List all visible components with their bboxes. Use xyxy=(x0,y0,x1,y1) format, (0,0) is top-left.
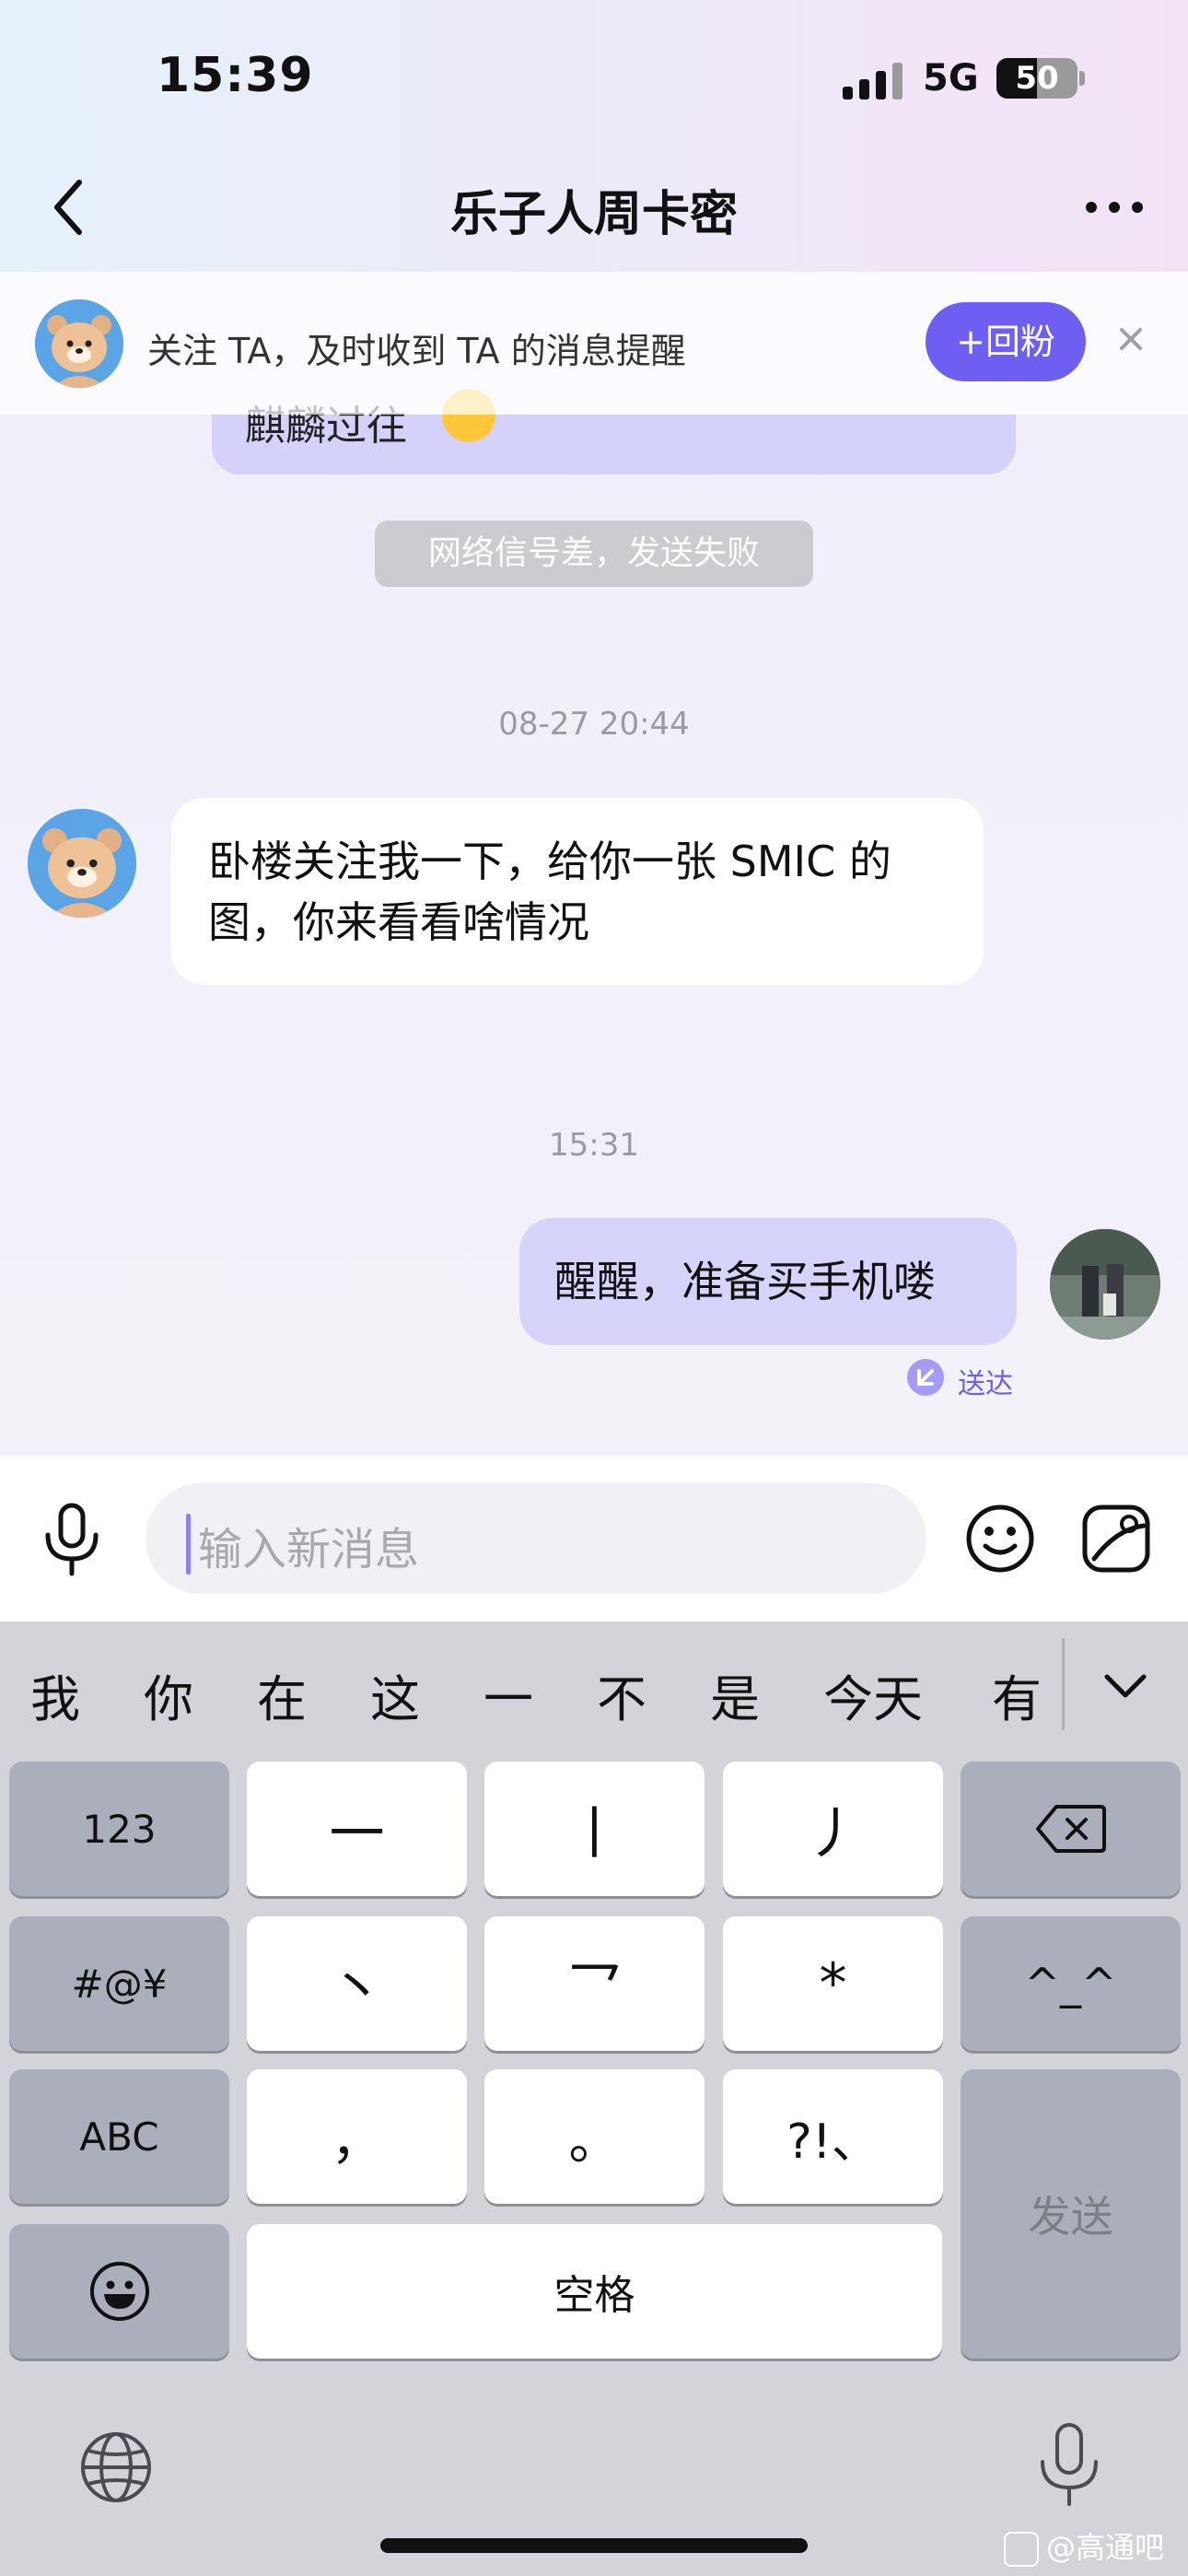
microphone-icon xyxy=(45,1503,99,1576)
candidate-word[interactable]: 今天 xyxy=(823,1658,923,1731)
microphone-icon xyxy=(1041,2423,1098,2506)
timestamp: 15:31 xyxy=(549,1127,639,1164)
incoming-message-line: 图，你来看看啥情况 xyxy=(208,897,589,947)
key-stroke-shu[interactable]: 丨 xyxy=(484,1762,705,1896)
tieba-logo-icon xyxy=(1004,2532,1039,2567)
smiley-icon xyxy=(89,2262,149,2321)
expand-candidates-button[interactable] xyxy=(1098,1658,1153,1714)
candidate-word[interactable]: 你 xyxy=(144,1658,193,1731)
candidate-word[interactable]: 我 xyxy=(30,1658,80,1731)
key-wildcard[interactable]: * xyxy=(723,1916,943,2051)
key-stroke-pie[interactable]: 丿 xyxy=(723,1762,943,1896)
candidate-word[interactable]: 是 xyxy=(710,1658,760,1731)
battery-nub xyxy=(1079,71,1085,86)
text-caret xyxy=(186,1514,191,1575)
key-symbols[interactable]: #@¥ xyxy=(9,1916,229,2051)
key-period[interactable]: 。 xyxy=(484,2069,705,2204)
network-type: 5G xyxy=(923,57,979,100)
candidate-word[interactable]: 有 xyxy=(992,1658,1042,1731)
watermark-text: @高通吧 xyxy=(1046,2530,1165,2565)
smiley-icon xyxy=(966,1505,1034,1573)
banner-close-button[interactable] xyxy=(1110,318,1152,360)
globe-icon xyxy=(81,2432,151,2502)
voice-input-button[interactable] xyxy=(37,1500,107,1577)
candidate-divider xyxy=(1062,1638,1065,1730)
incoming-message-bubble[interactable]: 卧楼关注我一下，给你一张 SMIC 的 图，你来看看啥情况 xyxy=(171,798,984,985)
send-key[interactable]: 发送 xyxy=(961,2069,1181,2359)
key-numbers[interactable]: 123 xyxy=(9,1762,229,1896)
my-avatar[interactable] xyxy=(1050,1229,1160,1340)
candidate-word[interactable]: 不 xyxy=(597,1658,646,1731)
key-abc[interactable]: ABC xyxy=(9,2069,229,2204)
delivered-status: 送达 xyxy=(958,1368,1013,1400)
backspace-key[interactable] xyxy=(961,1762,1181,1896)
key-punctuation[interactable]: ?!、 xyxy=(723,2069,943,2204)
more-button[interactable] xyxy=(1082,189,1147,226)
candidate-word[interactable]: 一 xyxy=(483,1658,533,1731)
space-key[interactable]: 空格 xyxy=(247,2224,942,2359)
key-kaomoji[interactable]: ^_^ xyxy=(961,1916,1181,2051)
sticker-button[interactable] xyxy=(1079,1502,1153,1575)
dictation-button[interactable] xyxy=(1033,2421,1105,2508)
close-icon xyxy=(1120,328,1142,350)
more-dots-icon xyxy=(1086,202,1143,213)
follow-back-button[interactable]: +回粉 xyxy=(926,302,1086,381)
watermark: @高通吧 xyxy=(1004,2524,1164,2567)
backspace-icon xyxy=(1035,1805,1106,1853)
chat-title: 乐子人周卡密 xyxy=(449,187,738,242)
key-stroke-zhe[interactable]: 乛 xyxy=(484,1916,705,2051)
bear-avatar-icon xyxy=(28,809,136,918)
sender-avatar[interactable] xyxy=(28,809,136,918)
photo-avatar-icon xyxy=(1050,1229,1160,1340)
battery-level: 50 xyxy=(1015,60,1059,97)
key-stroke-dian[interactable]: 丶 xyxy=(247,1916,467,2051)
incoming-message-line: 卧楼关注我一下，给你一张 SMIC 的 xyxy=(208,837,891,886)
outgoing-message-bubble[interactable]: 醒醒，准备买手机喽 xyxy=(519,1218,1017,1345)
emoji-key[interactable] xyxy=(9,2224,229,2359)
message-input-placeholder: 输入新消息 xyxy=(198,1524,420,1575)
candidate-word[interactable]: 这 xyxy=(370,1658,420,1731)
signal-icon xyxy=(843,63,903,100)
key-comma[interactable]: ， xyxy=(247,2069,467,2204)
partial-message-bubble: 麒麟过往 xyxy=(212,389,1016,474)
sticker-icon xyxy=(1082,1505,1150,1573)
candidate-word[interactable]: 在 xyxy=(257,1658,307,1731)
delivered-icon xyxy=(907,1359,944,1396)
home-indicator[interactable] xyxy=(380,2538,808,2553)
outgoing-message-text: 醒醒，准备买手机喽 xyxy=(554,1257,936,1306)
timestamp: 08-27 20:44 xyxy=(498,706,690,743)
send-failed-notice: 网络信号差，发送失败 xyxy=(375,521,813,587)
key-stroke-heng[interactable]: 一 xyxy=(247,1762,467,1896)
status-time: 15:39 xyxy=(157,48,314,103)
battery-icon: 50 xyxy=(996,58,1077,99)
switch-keyboard-button[interactable] xyxy=(77,2429,155,2506)
emoji-button[interactable] xyxy=(963,1502,1037,1575)
bear-avatar-icon xyxy=(35,299,123,388)
chevron-down-icon xyxy=(1104,1674,1147,1698)
follow-banner-text: 关注 TA，及时收到 TA 的消息提醒 xyxy=(147,331,686,371)
avatar[interactable] xyxy=(35,299,123,388)
